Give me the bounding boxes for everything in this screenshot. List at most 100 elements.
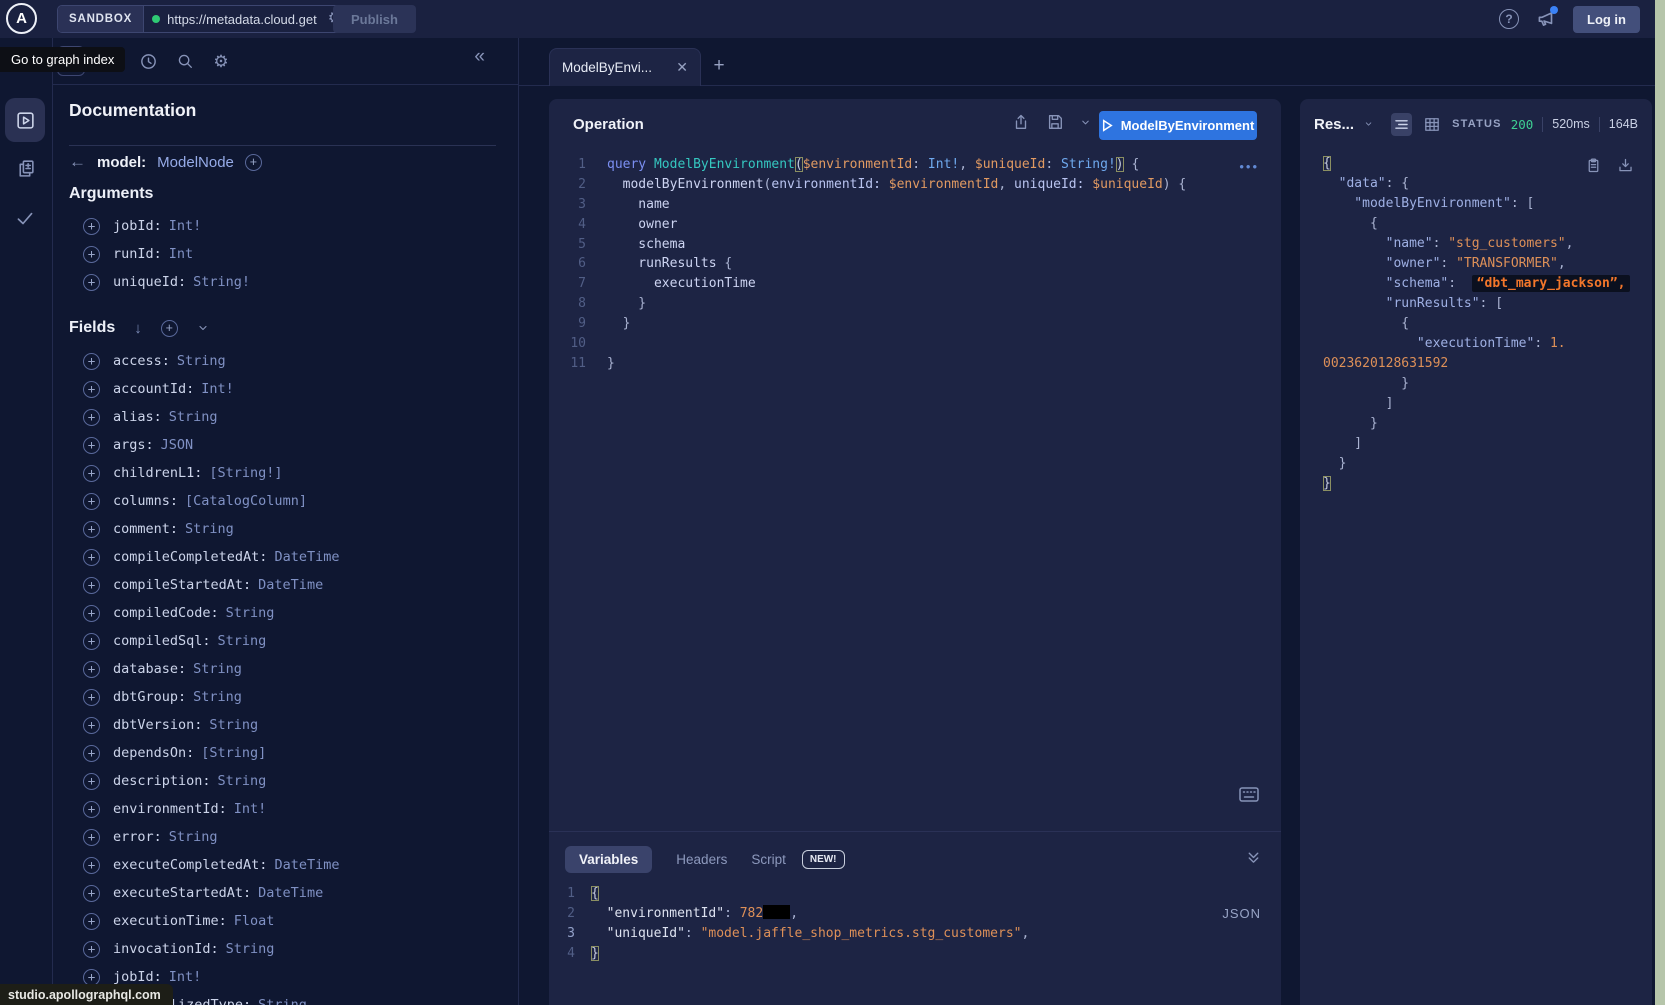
field-name[interactable]: description: (113, 773, 211, 789)
field-type[interactable]: DateTime (258, 885, 323, 901)
code-line[interactable]: 0023620128631592 (1323, 354, 1646, 374)
add-field-icon[interactable]: + (83, 218, 100, 235)
code-line[interactable]: "owner": "TRANSFORMER", (1323, 254, 1646, 274)
code-line[interactable]: } (1323, 414, 1646, 434)
help-icon[interactable]: ? (1499, 9, 1519, 29)
add-field-icon[interactable]: + (83, 246, 100, 263)
field-name[interactable]: args: (113, 437, 154, 453)
field-type[interactable]: [CatalogColumn] (185, 493, 307, 509)
operation-tab[interactable]: ModelByEnvi... ✕ (549, 48, 701, 86)
history-icon[interactable] (137, 50, 159, 72)
chevron-down-icon[interactable] (197, 322, 209, 334)
field-name[interactable]: database: (113, 661, 186, 677)
save-icon[interactable] (1046, 113, 1064, 131)
field-name[interactable]: childrenL1: (113, 465, 202, 481)
code-line[interactable]: 8 } (549, 294, 1251, 314)
code-line[interactable]: 9 } (549, 314, 1251, 334)
field-row[interactable]: + alias: String (69, 403, 518, 431)
field-name[interactable]: uniqueId: (113, 274, 186, 290)
field-row[interactable]: +environmentId:Int! (69, 795, 518, 823)
field-type[interactable]: String (169, 409, 218, 425)
add-field-icon[interactable]: + (245, 154, 262, 171)
field-name[interactable]: compiledSql: (113, 633, 211, 649)
code-line[interactable]: 6 runResults { (549, 254, 1251, 274)
field-name[interactable]: error: (113, 829, 162, 845)
add-field-icon[interactable]: + (83, 493, 100, 510)
code-line[interactable]: 5 schema (549, 235, 1251, 255)
add-field-icon[interactable]: + (83, 969, 100, 986)
field-row[interactable]: +args:JSON (69, 431, 518, 459)
field-type[interactable]: DateTime (258, 577, 323, 593)
field-type[interactable]: String (193, 661, 242, 677)
field-row[interactable]: +compiledSql:String (69, 627, 518, 655)
field-row[interactable]: +comment:String (69, 515, 518, 543)
field-name[interactable]: executeCompletedAt: (113, 857, 267, 873)
schema-nav-button[interactable] (5, 151, 45, 185)
add-field-icon[interactable]: + (83, 745, 100, 762)
field-row[interactable]: +dbtVersion:String (69, 711, 518, 739)
field-type[interactable]: [String!] (209, 465, 282, 481)
field-row[interactable]: + dependsOn: [String] (69, 739, 518, 767)
field-name[interactable]: accountId: (113, 381, 194, 397)
run-operation-button[interactable]: ModelByEnvironment (1099, 111, 1257, 140)
field-name[interactable]: alias: (113, 409, 162, 425)
field-row[interactable]: +error:String (69, 823, 518, 851)
download-response-icon[interactable] (1617, 157, 1634, 174)
code-line[interactable]: 4 owner (549, 215, 1251, 235)
add-field-icon[interactable]: + (83, 465, 100, 482)
list-view-button[interactable] (1391, 113, 1411, 136)
add-field-icon[interactable]: + (83, 857, 100, 874)
code-line[interactable]: 2 modelByEnvironment(environmentId: $env… (549, 175, 1251, 195)
publish-button[interactable]: Publish (333, 5, 416, 33)
field-name[interactable]: columns: (113, 493, 178, 509)
add-field-icon[interactable]: + (83, 549, 100, 566)
field-type[interactable]: Int! (234, 801, 267, 817)
field-row[interactable]: +executeStartedAt:DateTime (69, 879, 518, 907)
add-field-icon[interactable]: + (83, 661, 100, 678)
code-line[interactable]: 7 executionTime (549, 274, 1251, 294)
field-type[interactable]: DateTime (274, 549, 339, 565)
code-line[interactable]: 3 "uniqueId": "model.jaffle_shop_metrics… (549, 924, 1201, 944)
field-name[interactable]: compiledCode: (113, 605, 219, 621)
field-type[interactable]: String (193, 689, 242, 705)
field-row[interactable]: +access:String (69, 347, 518, 375)
apollo-logo[interactable]: A (6, 3, 37, 34)
field-name[interactable]: dependsOn: (113, 745, 194, 761)
field-name[interactable]: invocationId: (113, 941, 219, 957)
new-tab-button[interactable]: + (706, 53, 732, 79)
field-name[interactable]: runId: (113, 246, 162, 262)
code-line[interactable]: { (1323, 214, 1646, 234)
field-name[interactable]: compileStartedAt: (113, 577, 251, 593)
code-line[interactable]: 4} (549, 944, 1201, 964)
field-name[interactable]: dbtVersion: (113, 717, 202, 733)
field-row[interactable]: + database: String (69, 655, 518, 683)
code-line[interactable]: } (1323, 474, 1646, 494)
field-type[interactable]: String! (193, 274, 250, 290)
back-arrow-icon[interactable]: ← (69, 152, 86, 172)
field-type[interactable]: Int! (169, 218, 202, 234)
add-field-icon[interactable]: + (83, 941, 100, 958)
field-name[interactable]: dbtGroup: (113, 689, 186, 705)
code-line[interactable]: 1{ (549, 884, 1201, 904)
code-line[interactable]: ] (1323, 394, 1646, 414)
field-row[interactable]: + childrenL1: [String!] (69, 459, 518, 487)
field-row[interactable]: +uniqueId:String! (69, 268, 518, 296)
add-field-icon[interactable]: + (83, 409, 100, 426)
field-type[interactable]: [String] (201, 745, 266, 761)
field-name[interactable]: environmentId: (113, 801, 227, 817)
field-type[interactable]: String (226, 941, 275, 957)
breadcrumb-type-link[interactable]: ModelNode (157, 154, 234, 171)
announcements-icon[interactable] (1535, 8, 1557, 30)
field-name[interactable]: access: (113, 353, 170, 369)
code-line[interactable]: ] (1323, 434, 1646, 454)
field-row[interactable]: +accountId:Int! (69, 375, 518, 403)
explorer-nav-button[interactable] (5, 98, 45, 142)
field-row[interactable]: + invocationId: String (69, 935, 518, 963)
field-type[interactable]: Float (234, 913, 275, 929)
field-row[interactable]: +runId:Int (69, 240, 518, 268)
operation-editor[interactable]: 1query ModelByEnvironment($environmentId… (549, 155, 1251, 374)
variables-editor[interactable]: 1{2 "environmentId": 782,3 "uniqueId": "… (549, 884, 1201, 964)
code-line[interactable]: 3 name (549, 195, 1251, 215)
add-field-icon[interactable]: + (83, 689, 100, 706)
field-type[interactable]: Int! (169, 969, 202, 985)
